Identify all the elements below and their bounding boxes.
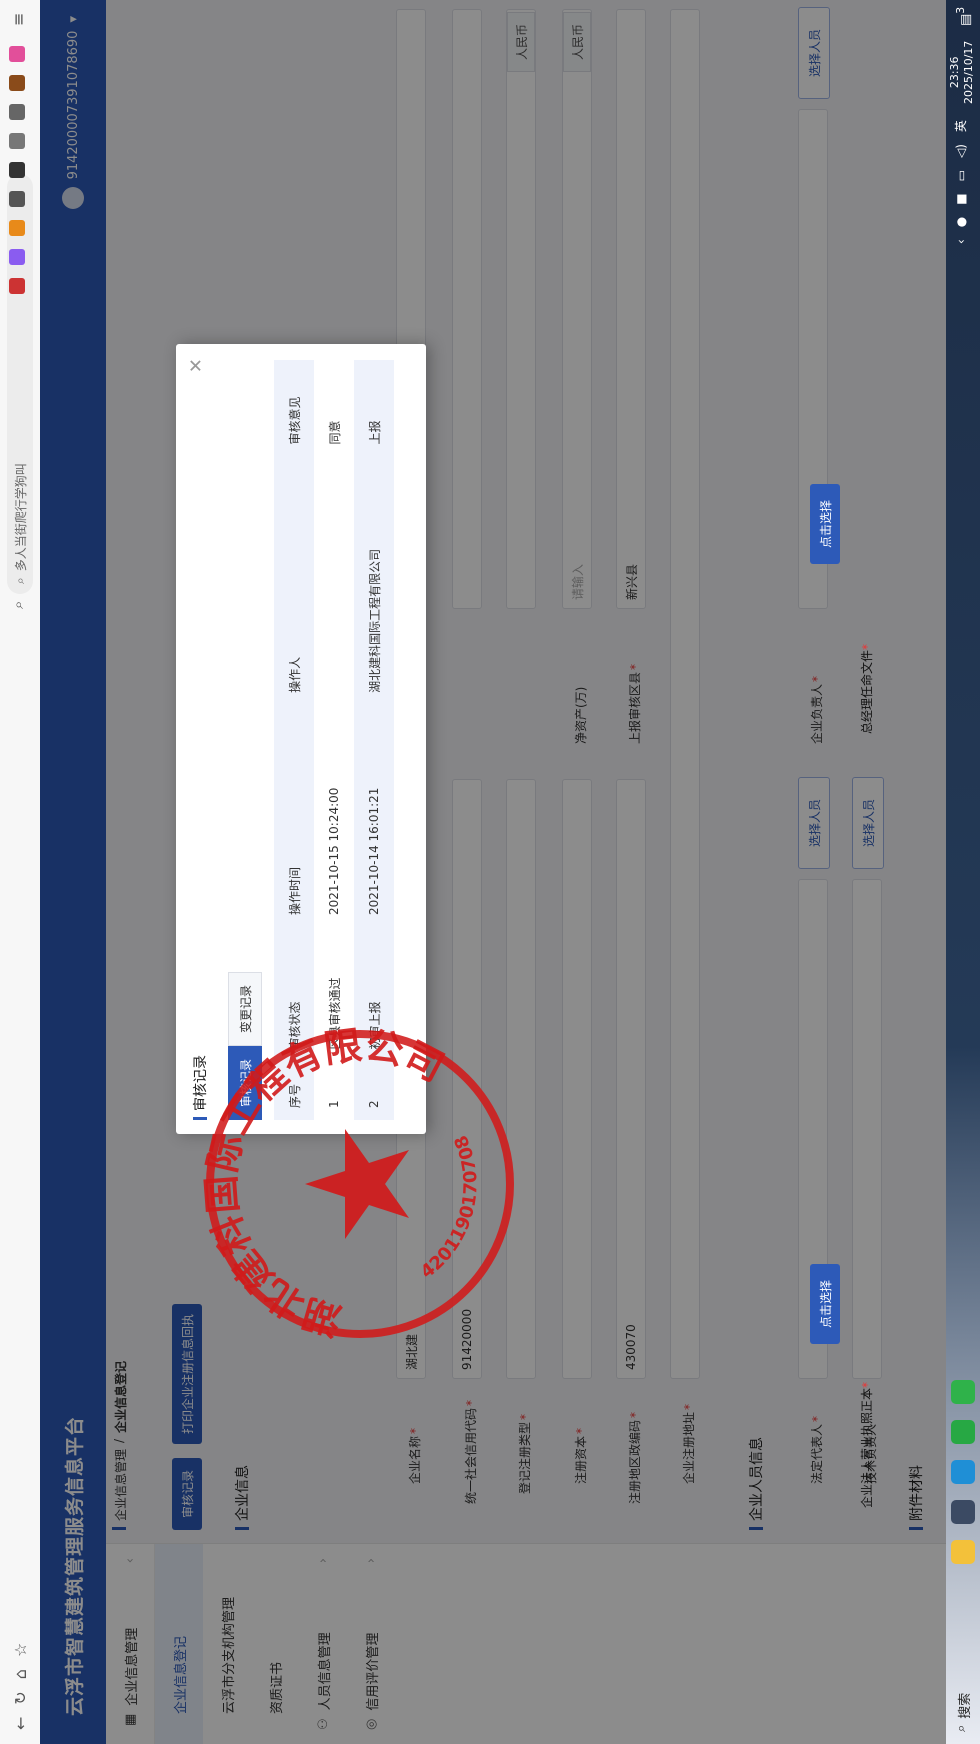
browser-green-icon[interactable] (951, 1420, 975, 1444)
tray-app2-icon[interactable]: ■ (954, 193, 968, 204)
table-row: 2 初审上报 2021-10-14 16:01:21 湖北建科国际工程有限公司 … (354, 360, 394, 1120)
volume-icon[interactable]: ◁) (954, 144, 968, 158)
search-icon: ⌕ (954, 1724, 969, 1732)
tray-app-icon[interactable]: ● (954, 217, 968, 227)
taskbar: ⌕ 搜索 ‹ ● ■ ▭ ◁) 英 23:36 2025/10/17 ▤3 (946, 0, 980, 1744)
company-seal: 湖北建科国际工程有限公司 4201190170708 (199, 1023, 514, 1343)
label-license: 企业法人营业执照正本* (860, 1381, 874, 1508)
cell-opinion: 上报 (367, 420, 382, 445)
history-icon[interactable] (9, 104, 25, 120)
taskbar-search[interactable]: ⌕ 搜索 (954, 1693, 973, 1732)
search-text: 多人当街爬行学狗叫 (13, 463, 28, 572)
ime-indicator[interactable]: 英 (952, 120, 969, 132)
cell-operator: 湖北建科国际工程有限公司 (367, 548, 382, 693)
upload-gm-file-button[interactable]: 点击选择 (810, 484, 840, 564)
cell-opinion: 同意 (327, 420, 342, 445)
table-header-row: 序号 审核状态 操作时间 操作人 审核意见 (274, 360, 314, 1120)
wechat-icon[interactable] (951, 1380, 975, 1404)
network-icon[interactable]: ▭ (954, 170, 968, 181)
taskbar-search-label: 搜索 (958, 1692, 973, 1719)
extension-box-icon[interactable] (9, 191, 25, 207)
audit-table: 序号 审核状态 操作时间 操作人 审核意见 1 区县审核通过 2021-10-1… (274, 360, 394, 1120)
back-icon[interactable]: ← (11, 1717, 30, 1730)
extension-color-icon[interactable] (9, 46, 25, 62)
zoom-icon[interactable]: ⌕ (9, 601, 27, 609)
upload-license-button[interactable]: 点击选择 (810, 1264, 840, 1344)
copilot-icon[interactable] (951, 1540, 975, 1564)
refresh-icon[interactable]: ↻ (11, 1691, 30, 1704)
extension-puzzle-icon[interactable] (9, 162, 25, 178)
col-opinion: 审核意见 (287, 396, 302, 445)
cell-time: 2021-10-14 16:01:21 (367, 787, 381, 916)
seal-number: 4201190170708 (417, 1132, 482, 1283)
close-icon[interactable]: ✕ (186, 358, 207, 373)
label-gm-file: 总经理任命文件* (860, 643, 874, 734)
tray-chevron-icon[interactable]: ‹ (954, 239, 968, 244)
extension-purple-icon[interactable] (9, 249, 25, 265)
home-icon[interactable]: ⌂ (11, 1669, 30, 1679)
notification-badge: 3 (954, 6, 967, 14)
table-row: 1 区县审核通过 2021-10-15 10:24:00 同意 (314, 360, 354, 1120)
clock-date: 2025/10/17 (962, 40, 975, 104)
edge-icon[interactable] (951, 1460, 975, 1484)
col-time: 操作时间 (287, 867, 302, 916)
browser-toolbar: ← ↻ ⌂ ☆ ⌕ ⚷ ⚡ ☆ … › ⌕ 多人当街爬行学狗叫 (0, 0, 41, 1744)
wallet-icon[interactable] (9, 75, 25, 91)
extension-scissors-icon[interactable] (9, 278, 25, 294)
task-view-icon[interactable] (951, 1500, 975, 1524)
cell-time: 2021-10-15 10:24:00 (327, 787, 341, 916)
notification-icon[interactable]: ▤3 (954, 7, 973, 26)
svg-text:4201190170708: 4201190170708 (417, 1132, 482, 1283)
cell-operator (314, 457, 354, 705)
clock[interactable]: 23:36 2025/10/17 (948, 41, 976, 104)
menu-icon[interactable]: ≡ (9, 13, 28, 26)
audit-record-dialog: 审核记录 ✕ 审核记录 变更记录 序号 审核状态 操作时间 操作人 审核意见 1… (176, 344, 426, 1134)
extension-fox-icon[interactable] (9, 220, 25, 236)
clock-time: 23:36 (948, 56, 961, 89)
col-operator: 操作人 (287, 656, 302, 693)
extension-pin-icon[interactable] (9, 133, 25, 149)
search-icon: ⌕ (12, 577, 27, 584)
favorites-icon[interactable]: ☆ (11, 1643, 30, 1657)
screen: ← ↻ ⌂ ☆ ⌕ ⚷ ⚡ ☆ … › ⌕ 多人当街爬行学狗叫 (0, 0, 980, 1744)
